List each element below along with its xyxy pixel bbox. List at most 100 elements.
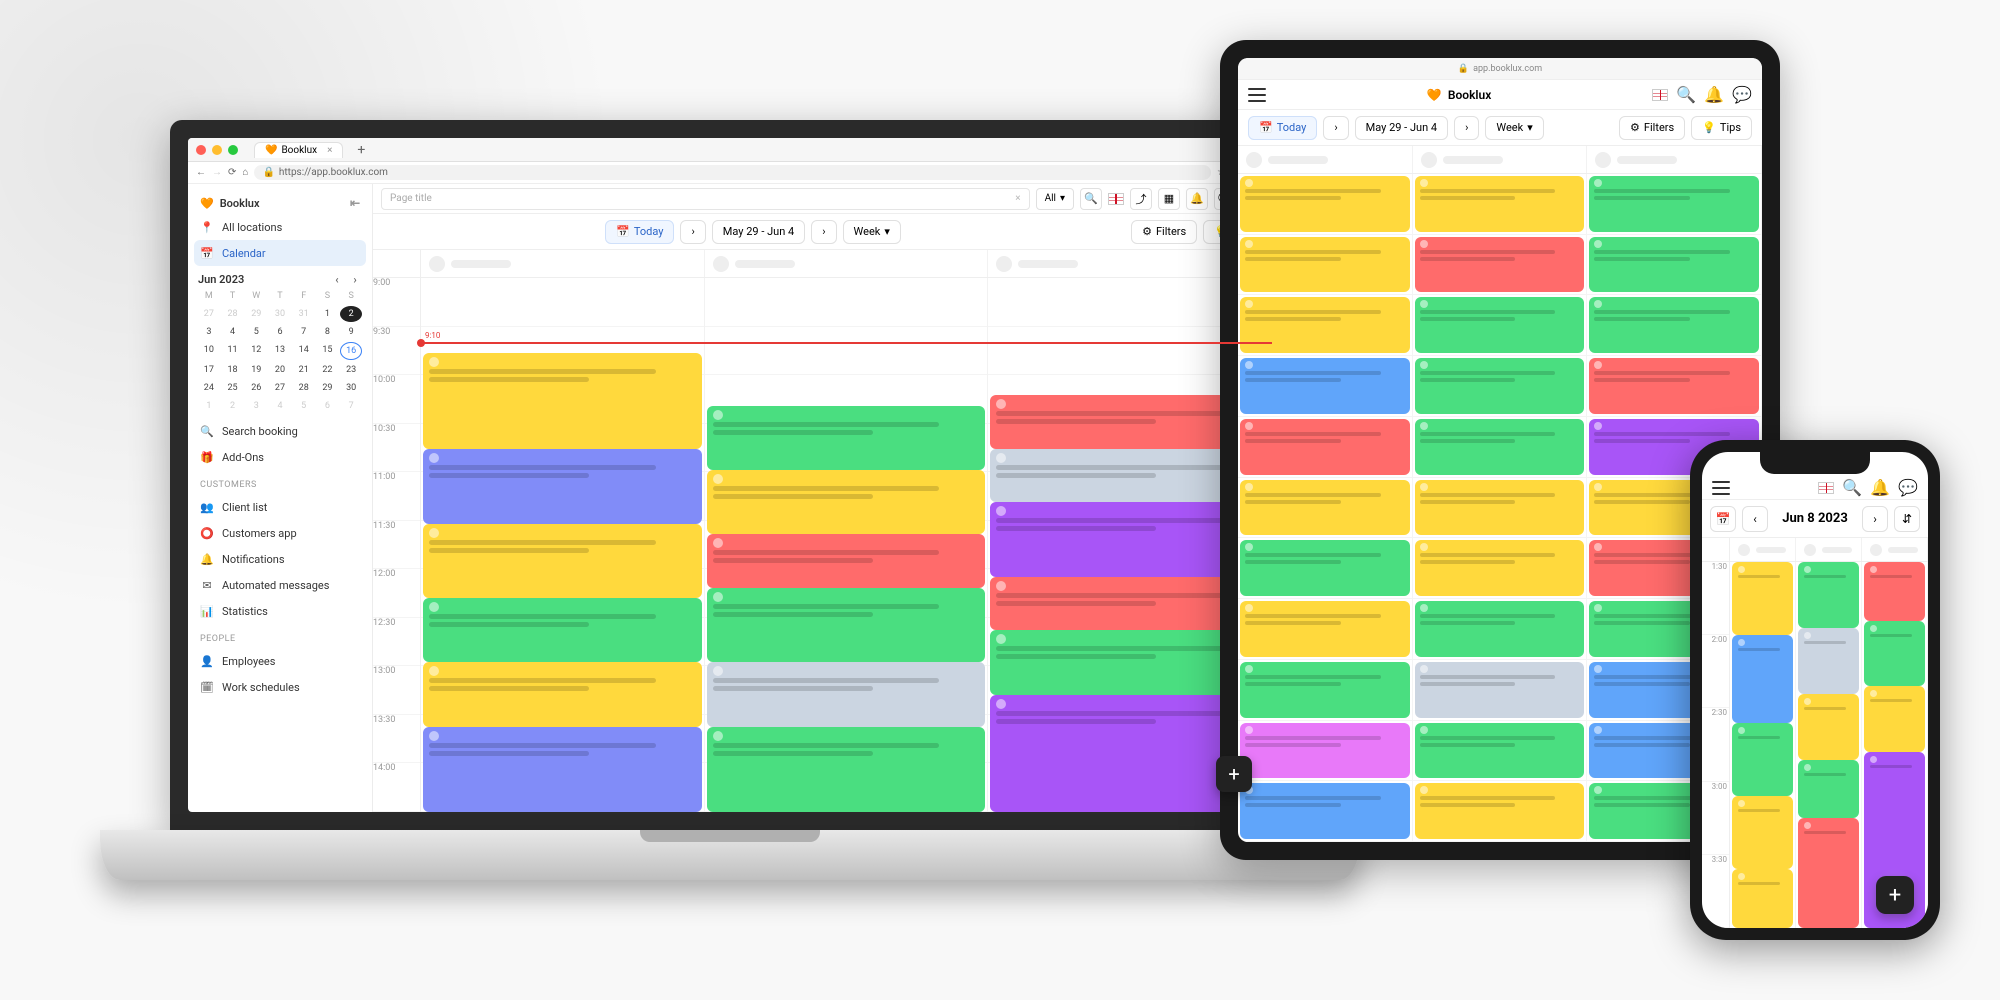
booking-event[interactable]: [423, 662, 702, 726]
language-flag-icon[interactable]: [1108, 193, 1124, 205]
calendar-cell[interactable]: [1413, 356, 1588, 416]
close-window-icon[interactable]: [196, 145, 206, 155]
resource-column-header[interactable]: [1413, 146, 1588, 173]
booking-event[interactable]: [1864, 562, 1925, 621]
mini-calendar-day[interactable]: 30: [340, 380, 362, 396]
search-icon[interactable]: 🔍: [1676, 85, 1696, 104]
calendar-column[interactable]: [421, 278, 705, 812]
booking-event[interactable]: [1415, 419, 1585, 475]
filters-button[interactable]: ⚙ Filters: [1619, 116, 1685, 140]
tips-button[interactable]: 💡 Tips: [1691, 116, 1752, 140]
calendar-cell[interactable]: [1238, 538, 1413, 598]
sidebar-item-all-locations[interactable]: 📍All locations: [188, 214, 372, 240]
calendar-cell[interactable]: [1413, 660, 1588, 720]
booking-event[interactable]: [1240, 662, 1410, 718]
calendar-cell[interactable]: [1413, 538, 1588, 598]
home-icon[interactable]: ⌂: [242, 167, 248, 178]
booking-event[interactable]: [1240, 783, 1410, 839]
mini-calendar-day[interactable]: 27: [198, 306, 220, 322]
calendar-column[interactable]: [1796, 562, 1862, 928]
mini-calendar-day[interactable]: 6: [269, 324, 291, 340]
mini-calendar-day[interactable]: 5: [245, 324, 267, 340]
booking-event[interactable]: [1240, 419, 1410, 475]
booking-event[interactable]: [1415, 358, 1585, 414]
booking-event[interactable]: [1798, 562, 1859, 628]
sidebar-item-notifications[interactable]: 🔔Notifications: [188, 546, 372, 572]
booking-event[interactable]: [1240, 297, 1410, 353]
booking-event[interactable]: [423, 449, 702, 524]
date-range-button[interactable]: May 29 - Jun 4: [712, 220, 805, 244]
sidebar-item-search-booking[interactable]: 🔍Search booking: [188, 418, 372, 444]
share-icon[interactable]: ⤴: [1130, 188, 1152, 210]
sidebar-item-automated-messages[interactable]: ✉Automated messages: [188, 572, 372, 598]
sidebar-item-statistics[interactable]: 📊Statistics: [188, 598, 372, 624]
mini-calendar-day[interactable]: 28: [222, 306, 244, 322]
mini-calendar-month[interactable]: Jun 2023: [198, 273, 244, 286]
booking-event[interactable]: [1240, 480, 1410, 536]
today-button[interactable]: 📅 Today: [1248, 116, 1317, 140]
next-button[interactable]: ›: [1454, 116, 1479, 140]
add-booking-fab[interactable]: +: [1876, 876, 1914, 914]
booking-event[interactable]: [707, 470, 986, 534]
mini-calendar-day[interactable]: 31: [293, 306, 315, 322]
mini-calendar-day[interactable]: 8: [317, 324, 339, 340]
close-tab-icon[interactable]: ×: [327, 145, 332, 156]
calendar-cell[interactable]: [1587, 356, 1762, 416]
calendar-cell[interactable]: [1413, 417, 1588, 477]
mini-calendar-day[interactable]: 18: [222, 362, 244, 378]
booking-event[interactable]: [1864, 621, 1925, 687]
booking-event[interactable]: [707, 406, 986, 470]
sidebar-item-customers-app[interactable]: ⭕Customers app: [188, 520, 372, 546]
mini-calendar-day[interactable]: 7: [340, 398, 362, 414]
mini-calendar-day[interactable]: 29: [245, 306, 267, 322]
mini-calendar-day[interactable]: 19: [245, 362, 267, 378]
booking-event[interactable]: [1240, 358, 1410, 414]
mini-calendar-day[interactable]: 11: [222, 342, 244, 360]
booking-event[interactable]: [1864, 686, 1925, 752]
mini-calendar-day[interactable]: 6: [317, 398, 339, 414]
mini-calendar-next-icon[interactable]: ›: [348, 272, 362, 286]
calendar-icon-button[interactable]: 📅: [1710, 506, 1736, 532]
resource-column-header[interactable]: [421, 250, 705, 277]
resource-column-header[interactable]: [705, 250, 989, 277]
mini-calendar-day[interactable]: 21: [293, 362, 315, 378]
add-booking-fab[interactable]: +: [1216, 756, 1252, 792]
booking-event[interactable]: [1732, 796, 1793, 869]
mini-calendar-day[interactable]: 20: [269, 362, 291, 378]
url-input[interactable]: 🔒 https://app.booklux.com: [254, 165, 1211, 180]
calendar-cell[interactable]: [1413, 235, 1588, 295]
calendar-cell[interactable]: [1413, 781, 1588, 841]
booking-event[interactable]: [707, 662, 986, 726]
booking-event[interactable]: [1240, 176, 1410, 232]
forward-icon[interactable]: →: [212, 167, 222, 178]
mini-calendar-day[interactable]: 7: [293, 324, 315, 340]
booking-event[interactable]: [1589, 176, 1759, 232]
calendar-cell[interactable]: [1238, 174, 1413, 234]
search-icon[interactable]: 🔍: [1842, 478, 1862, 497]
calendar-cell[interactable]: [1587, 235, 1762, 295]
bell-icon[interactable]: 🔔: [1870, 478, 1890, 497]
booking-event[interactable]: [1589, 237, 1759, 293]
resource-column-header[interactable]: [1862, 538, 1928, 561]
booking-event[interactable]: [1240, 237, 1410, 293]
booking-event[interactable]: [1798, 760, 1859, 819]
calendar-cell[interactable]: [1587, 174, 1762, 234]
minimize-window-icon[interactable]: [212, 145, 222, 155]
mini-calendar-day[interactable]: 4: [222, 324, 244, 340]
mini-calendar-day[interactable]: 17: [198, 362, 220, 378]
booking-event[interactable]: [1415, 297, 1585, 353]
language-flag-icon[interactable]: [1818, 482, 1834, 494]
mini-calendar-day[interactable]: 5: [293, 398, 315, 414]
booking-event[interactable]: [707, 588, 986, 663]
mini-calendar-day[interactable]: 1: [198, 398, 220, 414]
calendar-cell[interactable]: [1413, 478, 1588, 538]
resource-column-header[interactable]: [1730, 538, 1796, 561]
menu-icon[interactable]: [1712, 481, 1730, 495]
mini-calendar-day[interactable]: 1: [317, 306, 339, 322]
mini-calendar-day[interactable]: 10: [198, 342, 220, 360]
booking-event[interactable]: [1415, 601, 1585, 657]
booking-event[interactable]: [423, 524, 702, 599]
next-button[interactable]: ›: [811, 220, 836, 244]
booking-event[interactable]: [1415, 237, 1585, 293]
new-tab-icon[interactable]: +: [357, 142, 365, 158]
